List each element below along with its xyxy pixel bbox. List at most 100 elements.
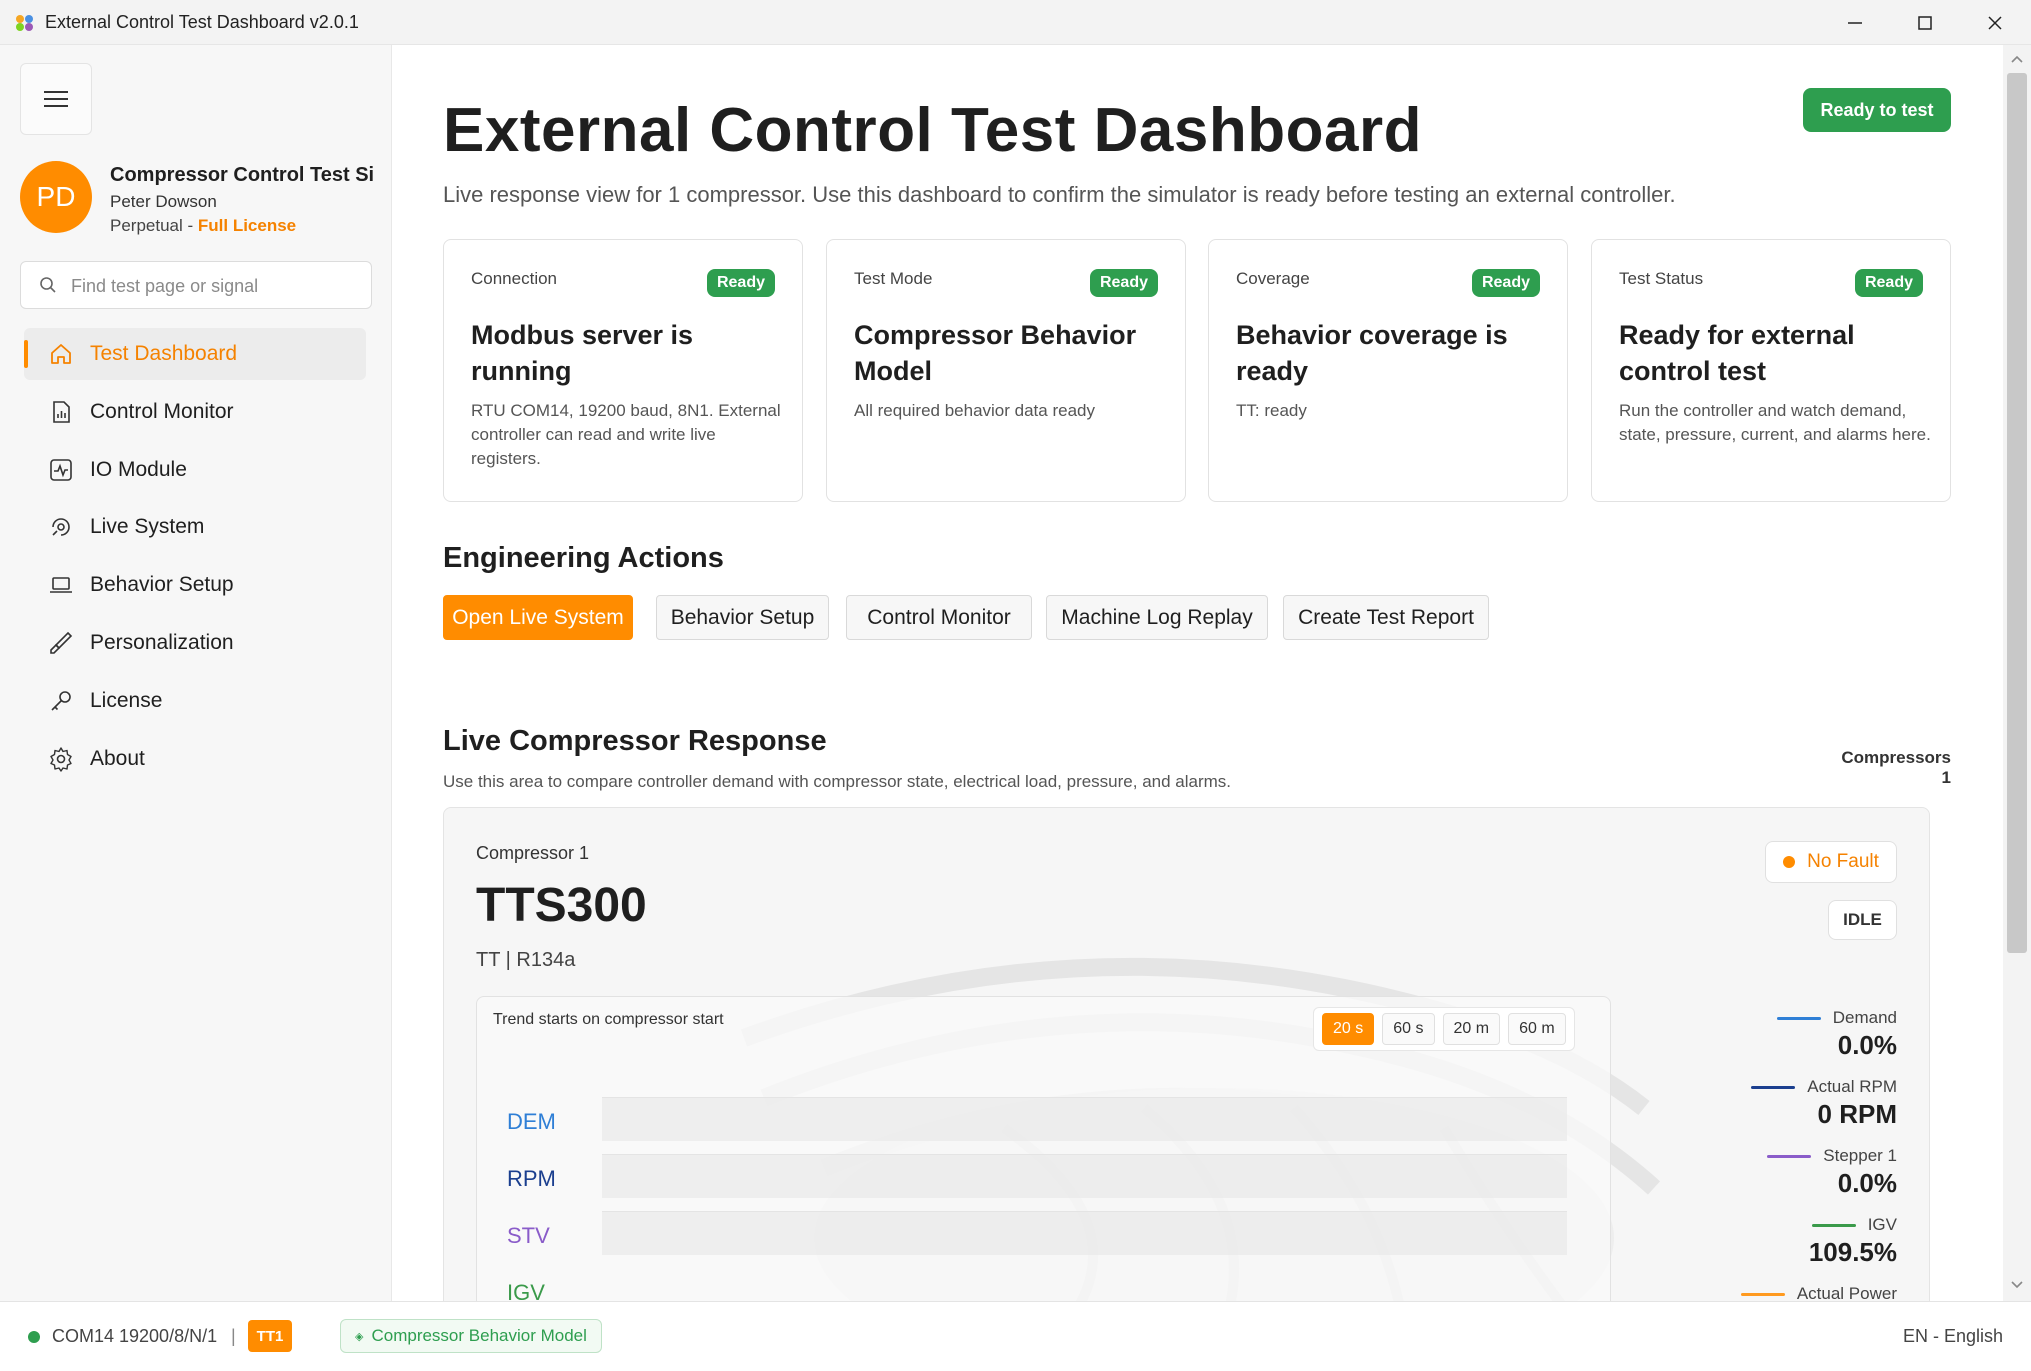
trend-track-dem [602, 1097, 1567, 1141]
card-description: RTU COM14, 19200 baud, 8N1. External con… [471, 401, 781, 468]
search-input[interactable] [71, 272, 361, 300]
compressor-label: Compressor 1 [476, 843, 590, 863]
app-icon [16, 15, 33, 31]
compressors-count: Compressors 1 [1841, 748, 1951, 787]
status-card-test-status: Test Status Ready Ready for external con… [1591, 239, 1951, 502]
title-bar: External Control Test Dashboard v2.0.1 [0, 0, 2031, 45]
legend-line-icon [1740, 1292, 1785, 1296]
scroll-down-icon[interactable] [2009, 1277, 2025, 1293]
sidebar-item-test-dashboard[interactable]: Test Dashboard [24, 328, 366, 380]
compressor-meta: TT | R134a [476, 949, 576, 971]
fault-dot-icon [1783, 856, 1796, 868]
legend-value: 0 RPM [1817, 1099, 1897, 1129]
trend-label-dem: DEM [507, 1109, 556, 1134]
status-badge: Ready [1471, 269, 1540, 297]
open-live-system-button[interactable]: Open Live System [443, 595, 633, 640]
profile-user-name: Peter Dowson [110, 192, 217, 211]
sidebar-item-label: Test Dashboard [90, 342, 238, 365]
license-level: Full License [197, 216, 297, 235]
engineering-actions-title: Engineering Actions [443, 542, 724, 574]
sidebar-item-io-module[interactable]: IO Module [24, 444, 366, 496]
card-title: Modbus server is running [471, 320, 694, 386]
trend-panel: Trend starts on compressor start 20 s 60… [476, 996, 1611, 1301]
minimize-button[interactable] [1820, 0, 1890, 45]
license-type: Perpetual - [110, 216, 198, 235]
maximize-button[interactable] [1890, 0, 1960, 45]
legend-actual-power: Actual Power [1697, 1284, 1897, 1301]
status-card-coverage: Coverage Ready Behavior coverage is read… [1208, 239, 1568, 502]
compressor-panel: Compressor 1 TTS300 TT | R134a No Fault … [443, 807, 1930, 1301]
sidebar-item-label: Live System [90, 515, 205, 538]
ready-to-test-button[interactable]: Ready to test [1803, 88, 1951, 132]
search-box[interactable] [20, 261, 372, 309]
sidebar-item-control-monitor[interactable]: Control Monitor [24, 386, 366, 438]
compressor-model: TTS300 [476, 879, 647, 932]
machine-log-replay-button[interactable]: Machine Log Replay [1046, 595, 1268, 640]
card-label: Coverage [1236, 269, 1310, 288]
sidebar-item-label: IO Module [90, 458, 187, 481]
minimize-icon [1848, 21, 1862, 24]
card-title: Compressor Behavior Model [854, 320, 1137, 386]
sidebar-item-label: Control Monitor [90, 400, 234, 423]
trend-title: Trend starts on compressor start [493, 1011, 724, 1028]
status-card-test-mode: Test Mode Ready Compressor Behavior Mode… [826, 239, 1186, 502]
main-content: External Control Test Dashboard Live res… [393, 45, 2003, 1301]
status-badge: Ready [706, 269, 775, 297]
page-title: External Control Test Dashboard [443, 96, 1422, 165]
fault-status-badge: No Fault [1765, 841, 1897, 883]
sidebar: PD Compressor Control Test Simulator Pet… [0, 45, 392, 1301]
range-60m-button[interactable]: 60 m [1508, 1013, 1566, 1045]
sidebar-item-about[interactable]: About [24, 733, 366, 785]
range-20s-button[interactable]: 20 s [1322, 1013, 1375, 1045]
tt-badge: TT1 [248, 1320, 292, 1352]
range-20m-button[interactable]: 20 m [1442, 1013, 1501, 1045]
compressor-state-badge: IDLE [1828, 900, 1897, 940]
sidebar-item-live-system[interactable]: Live System [24, 501, 366, 553]
trend-label-stv: STV [507, 1223, 550, 1248]
status-separator: | [231, 1326, 236, 1346]
diamond-icon: ◈ [355, 1330, 364, 1343]
behavior-setup-button[interactable]: Behavior Setup [656, 595, 829, 640]
hamburger-icon [44, 91, 68, 107]
mode-chip[interactable]: ◈ Compressor Behavior Model [340, 1319, 602, 1353]
close-icon [1988, 15, 2002, 30]
sidebar-item-license[interactable]: License [24, 675, 366, 727]
sidebar-item-behavior-setup[interactable]: Behavior Setup [24, 559, 366, 611]
home-icon [51, 344, 71, 364]
legend-line-icon [1767, 1154, 1812, 1158]
legend-stepper-1: Stepper 1 0.0% [1697, 1146, 1897, 1199]
control-monitor-button[interactable]: Control Monitor [846, 595, 1032, 640]
legend-value: 0.0% [1837, 1030, 1897, 1060]
sidebar-item-label: Personalization [90, 631, 234, 654]
card-description: Run the controller and watch demand, sta… [1619, 401, 1931, 444]
mode-chip-label: Compressor Behavior Model [371, 1326, 587, 1345]
menu-toggle-button[interactable] [20, 63, 92, 135]
live-response-subtitle: Use this area to compare controller dema… [443, 772, 1232, 791]
legend-actual-rpm: Actual RPM 0 RPM [1697, 1077, 1897, 1130]
legend-name: Stepper 1 [1823, 1146, 1897, 1165]
close-button[interactable] [1960, 0, 2030, 45]
live-icon [52, 518, 70, 536]
sidebar-item-label: License [90, 689, 163, 712]
sidebar-item-label: Behavior Setup [90, 573, 234, 596]
trend-label-rpm: RPM [507, 1166, 556, 1191]
status-badge: Ready [1089, 269, 1158, 297]
avatar: PD [20, 161, 92, 233]
vertical-scrollbar[interactable] [2003, 45, 2031, 1301]
legend-name: Actual Power [1796, 1284, 1897, 1301]
status-bar: COM14 19200/8/N/1 | TT1 ◈ Compressor Beha… [0, 1301, 2031, 1371]
card-title: Ready for external control test [1619, 320, 1855, 386]
language-selector[interactable]: EN - English [1903, 1326, 2003, 1347]
create-test-report-button[interactable]: Create Test Report [1283, 595, 1489, 640]
legend-value: 109.5% [1808, 1237, 1897, 1267]
scrollbar-thumb[interactable] [2007, 73, 2027, 953]
legend-name: IGV [1867, 1215, 1897, 1234]
scroll-up-icon[interactable] [2009, 51, 2025, 67]
sidebar-item-personalization[interactable]: Personalization [24, 617, 366, 669]
card-label: Test Mode [854, 269, 933, 288]
range-60s-button[interactable]: 60 s [1382, 1013, 1435, 1045]
sidebar-item-label: About [90, 747, 145, 770]
profile-license: Perpetual - Full License [110, 216, 296, 236]
legend-name: Demand [1832, 1008, 1897, 1027]
page-subtitle: Live response view for 1 compressor. Use… [443, 182, 1676, 207]
